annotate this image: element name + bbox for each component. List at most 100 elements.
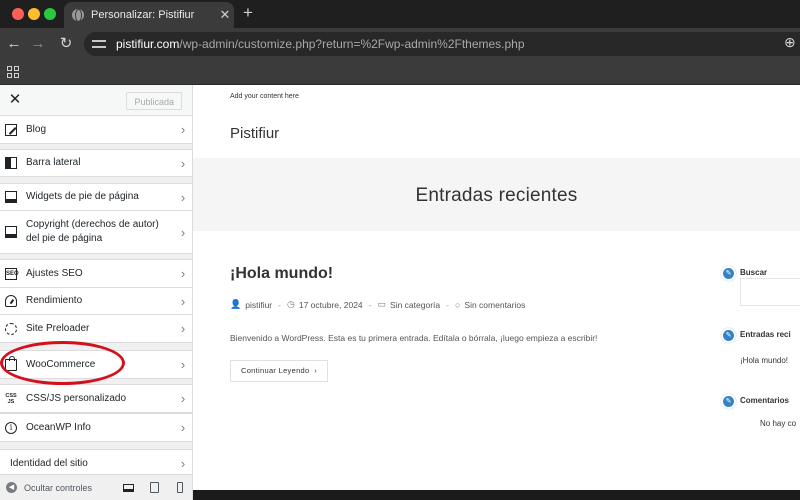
- chevron-right-icon: ›: [180, 357, 186, 372]
- footer-bottom-icon: [5, 226, 17, 238]
- section-sidebar[interactable]: Barra lateral ›: [0, 149, 192, 177]
- post-category[interactable]: Sin categoría: [390, 300, 440, 310]
- site-footer: [193, 490, 800, 500]
- close-customizer-icon[interactable]: ✕: [6, 91, 24, 109]
- edit-shortcut-icon[interactable]: ✎: [721, 328, 736, 343]
- active-tab[interactable]: Personalizar: Pistifiur ✕: [64, 2, 234, 28]
- hide-controls-label: Ocultar controles: [24, 482, 93, 493]
- globe-icon: [72, 9, 84, 22]
- highlight-circle: [0, 341, 125, 385]
- minimize-window-button[interactable]: [28, 8, 40, 20]
- post-meta: 👤 pistifiur - ◷ 17 octubre, 2024 - ▭ Sin…: [230, 299, 525, 310]
- chevron-right-icon: ›: [180, 293, 186, 309]
- info-icon: i: [5, 421, 17, 434]
- meta-separator: -: [446, 299, 449, 310]
- section-label: CSS/JS personalizado: [26, 392, 127, 404]
- section-seo[interactable]: SEO Ajustes SEO ›: [0, 259, 192, 288]
- meta-separator: -: [368, 299, 372, 310]
- url-path: /wp-admin/customize.php?return=%2Fwp-adm…: [179, 37, 525, 51]
- chevron-right-icon: ›: [180, 155, 186, 171]
- recent-post-link[interactable]: ¡Hola mundo!: [740, 356, 788, 365]
- footer-widgets-icon: [5, 191, 17, 203]
- desktop-preview-icon[interactable]: [115, 475, 141, 500]
- chevron-right-icon: ›: [180, 122, 186, 137]
- css-js-icon: CSS JS: [5, 392, 17, 405]
- sidebar-icon: [5, 157, 17, 169]
- chevron-right-icon: ›: [180, 321, 186, 336]
- search-input[interactable]: [740, 278, 800, 306]
- section-oceanwp-info[interactable]: i OceanWP Info ›: [0, 413, 192, 442]
- section-label: Copyright (derechos de autor) del pie de…: [26, 219, 159, 244]
- apps-grid-icon[interactable]: [7, 66, 19, 78]
- publish-button[interactable]: Publicada: [126, 92, 182, 110]
- post-excerpt: Bienvenido a WordPress. Esta es tu prime…: [230, 333, 598, 343]
- section-label: Site Preloader: [26, 322, 90, 334]
- section-label: Barra lateral: [26, 157, 81, 168]
- post-date: 17 octubre, 2024: [298, 299, 363, 310]
- chevron-right-icon: ›: [180, 224, 186, 240]
- customizer-header: ✕ Publicada: [0, 85, 192, 116]
- page-title: Entradas recientes: [415, 185, 578, 206]
- chevron-right-icon: ›: [180, 420, 186, 435]
- zoom-icon[interactable]: ⊕: [784, 34, 796, 51]
- tab-title: Personalizar: Pistifiur: [91, 9, 195, 21]
- mobile-preview-icon[interactable]: [167, 475, 192, 500]
- tab-strip: Personalizar: Pistifiur ✕ +: [0, 0, 800, 28]
- section-blog[interactable]: Blog ›: [0, 115, 192, 144]
- section-site-preloader[interactable]: Site Preloader ›: [0, 314, 192, 343]
- hide-controls-button[interactable]: ◀ Ocultar controles: [0, 482, 115, 493]
- section-label: Identidad del sitio: [10, 458, 88, 469]
- forward-arrow-icon[interactable]: →: [28, 34, 48, 54]
- post-title[interactable]: ¡Hola mundo!: [230, 265, 333, 283]
- new-tab-button[interactable]: +: [238, 3, 258, 23]
- close-window-button[interactable]: [12, 8, 24, 20]
- site-title[interactable]: Pistifiur: [230, 125, 279, 142]
- post-author[interactable]: pistifiur: [245, 300, 272, 310]
- page-header: Entradas recientes: [193, 158, 800, 231]
- customizer-sidebar: ✕ Publicada Blog › Barra lateral › Widge…: [0, 85, 193, 500]
- no-comments-text: No hay co: [760, 419, 797, 428]
- preloader-icon: [5, 322, 17, 335]
- clock-icon: ◷: [287, 299, 295, 309]
- performance-icon: [5, 295, 17, 307]
- browser-window: Personalizar: Pistifiur ✕ + ← → ↻ pistif…: [0, 0, 800, 500]
- widget-title: Entradas reci: [740, 330, 791, 339]
- read-more-label: Continuar Leyendo: [241, 366, 310, 375]
- section-site-identity[interactable]: Identidad del sitio ›: [0, 449, 192, 477]
- edit-shortcut-icon[interactable]: ✎: [721, 394, 736, 409]
- user-icon: 👤: [230, 299, 242, 309]
- collapse-arrow-icon: ◀: [6, 482, 17, 493]
- navigation-bar: ← → ↻ pistifiur.com/wp-admin/customize.p…: [0, 28, 800, 60]
- edit-shortcut-icon[interactable]: ✎: [721, 266, 736, 281]
- meta-separator: -: [278, 299, 281, 310]
- section-footer-widgets[interactable]: Widgets de pie de página ›: [0, 183, 192, 211]
- section-label: Rendimiento: [26, 295, 83, 306]
- customizer-footer: ◀ Ocultar controles: [0, 474, 192, 500]
- section-label: Blog: [26, 123, 47, 135]
- post-comments[interactable]: Sin comentarios: [464, 300, 525, 310]
- back-arrow-icon[interactable]: ←: [4, 34, 24, 54]
- address-bar[interactable]: pistifiur.com/wp-admin/customize.php?ret…: [84, 32, 800, 56]
- section-footer-copyright[interactable]: Copyright (derechos de autor) del pie de…: [0, 210, 192, 254]
- chevron-right-icon: ›: [311, 366, 318, 375]
- top-bar-text: Add your content here: [230, 93, 299, 100]
- comment-icon: ○: [454, 299, 461, 310]
- maximize-window-button[interactable]: [44, 8, 56, 20]
- read-more-button[interactable]: Continuar Leyendo ›: [230, 360, 329, 382]
- chevron-right-icon: ›: [180, 456, 186, 471]
- section-label: OceanWP Info: [26, 421, 91, 433]
- chevron-right-icon: ›: [180, 266, 186, 281]
- section-label: Ajustes SEO: [26, 267, 83, 279]
- site-preview: Add your content here Pistifiur Entradas…: [193, 85, 800, 500]
- bookmarks-bar: [0, 60, 800, 85]
- section-custom-css-js[interactable]: CSS JS CSS/JS personalizado ›: [0, 384, 192, 413]
- tablet-preview-icon[interactable]: [141, 475, 167, 500]
- site-settings-icon[interactable]: [92, 38, 106, 50]
- close-tab-icon[interactable]: ✕: [216, 7, 234, 23]
- chevron-right-icon: ›: [180, 189, 186, 205]
- section-label: Widgets de pie de página: [26, 191, 139, 202]
- section-performance[interactable]: Rendimiento ›: [0, 287, 192, 315]
- reload-icon[interactable]: ↻: [56, 34, 76, 54]
- chevron-right-icon: ›: [180, 391, 186, 406]
- widget-title: Buscar: [740, 268, 768, 277]
